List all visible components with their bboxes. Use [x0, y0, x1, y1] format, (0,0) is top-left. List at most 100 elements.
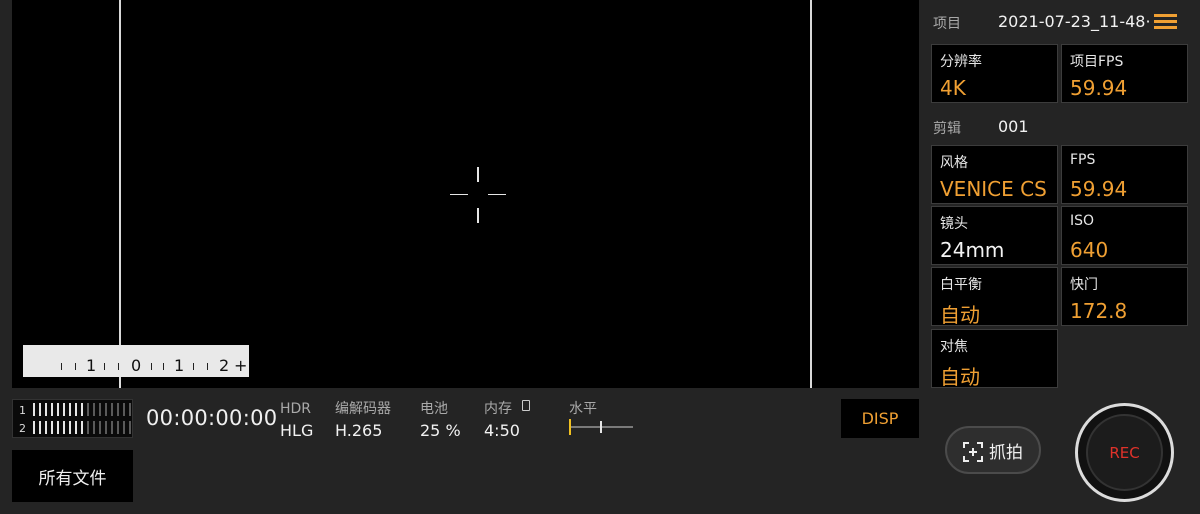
project-header: 项目 2021-07-23_11-48· — [919, 0, 1200, 44]
project-name: 2021-07-23_11-48· — [998, 12, 1151, 31]
audio-level-segment — [93, 403, 95, 416]
lens-cell[interactable]: 镜头 24mm — [931, 206, 1058, 265]
exposure-scale: 1 0 1 2 + — [23, 345, 249, 377]
level-info: 水平 — [569, 400, 597, 418]
audio-level-segment — [117, 403, 119, 416]
project-fps-cell[interactable]: 项目FPS 59.94 — [1061, 44, 1188, 103]
audio-level-segment — [81, 421, 83, 434]
ev-label: 1 — [174, 356, 185, 375]
audio-level-segment — [99, 421, 101, 434]
codec-info: 编解码器 H.265 — [335, 400, 391, 442]
audio-level-segment — [129, 421, 131, 434]
audio-level-segment — [69, 421, 71, 434]
battery-value: 25 % — [420, 421, 461, 440]
all-files-button[interactable]: 所有文件 — [12, 450, 133, 502]
clip-value: 001 — [998, 117, 1029, 136]
audio-level-segment — [45, 403, 47, 416]
audio-level-segment — [123, 421, 125, 434]
audio-level-segment — [123, 403, 125, 416]
audio-level-segment — [105, 421, 107, 434]
viewfinder[interactable] — [12, 0, 919, 388]
horizon-level-indicator — [569, 419, 633, 435]
audio-level-segment — [51, 403, 53, 416]
project-fps-label: 项目FPS — [1070, 54, 1124, 70]
audio-channel-label: 1 — [19, 404, 26, 417]
codec-value: H.265 — [335, 421, 383, 440]
audio-level-segment — [45, 421, 47, 434]
audio-channel-1-bars — [33, 403, 131, 416]
resolution-label: 分辨率 — [940, 54, 982, 70]
lens-value: 24mm — [940, 238, 1005, 262]
audio-level-segment — [39, 403, 41, 416]
clip-label: 剪辑 — [933, 121, 961, 137]
audio-level-segment — [111, 403, 113, 416]
record-button-inner: REC — [1086, 414, 1163, 491]
ev-label: 1 — [86, 356, 97, 375]
audio-level-segment — [81, 403, 83, 416]
shutter-cell[interactable]: 快门 172.8 — [1061, 267, 1188, 326]
center-crosshair-icon — [450, 167, 506, 223]
level-label: 水平 — [569, 401, 597, 417]
timecode: 00:00:00:00 — [146, 406, 278, 430]
project-fps-value: 59.94 — [1070, 76, 1128, 100]
audio-level-segment — [57, 421, 59, 434]
white-balance-label: 白平衡 — [940, 277, 982, 293]
frame-guide-right — [810, 0, 812, 388]
audio-level-segment — [63, 403, 65, 416]
hdr-info: HDR HLG — [280, 400, 313, 442]
codec-label: 编解码器 — [335, 401, 391, 417]
audio-level-segment — [33, 403, 35, 416]
audio-level-segment — [105, 403, 107, 416]
disp-button[interactable]: DISP — [841, 399, 919, 438]
look-cell[interactable]: 风格 VENICE CS — [931, 145, 1058, 204]
storage-value: 4:50 — [484, 421, 520, 440]
audio-level-segment — [57, 403, 59, 416]
storage-info: 内存 4:50 — [484, 400, 530, 442]
hdr-label: HDR — [280, 401, 312, 417]
record-button[interactable]: REC — [1075, 403, 1174, 502]
ev-label: 0 — [131, 356, 142, 375]
hamburger-menu-icon[interactable] — [1154, 14, 1177, 30]
hdr-value: HLG — [280, 421, 314, 440]
audio-level-segment — [87, 403, 89, 416]
frame-guide-left — [119, 0, 121, 388]
fps-value: 59.94 — [1070, 177, 1128, 201]
project-label: 项目 — [933, 16, 961, 32]
snapshot-button[interactable]: 抓拍 — [945, 426, 1041, 474]
fps-cell[interactable]: FPS 59.94 — [1061, 145, 1188, 204]
audio-level-segment — [33, 421, 35, 434]
focus-value: 自动 — [940, 365, 980, 389]
audio-level-segment — [75, 403, 77, 416]
audio-level-segment — [51, 421, 53, 434]
white-balance-cell[interactable]: 白平衡 自动 — [931, 267, 1058, 327]
audio-level-meter: 1 2 — [12, 399, 133, 438]
audio-level-segment — [63, 421, 65, 434]
battery-label: 电池 — [420, 401, 448, 417]
audio-level-segment — [111, 421, 113, 434]
fps-label: FPS — [1070, 152, 1096, 168]
iso-cell[interactable]: ISO 640 — [1061, 206, 1188, 265]
iso-label: ISO — [1070, 213, 1095, 229]
shutter-label: 快门 — [1070, 277, 1098, 293]
focus-cell[interactable]: 对焦 自动 — [931, 329, 1058, 389]
look-label: 风格 — [940, 155, 968, 171]
focus-label: 对焦 — [940, 339, 968, 355]
audio-level-segment — [99, 403, 101, 416]
ev-label: + — [234, 356, 248, 375]
storage-label: 内存 — [484, 401, 512, 417]
resolution-cell[interactable]: 分辨率 4K — [931, 44, 1058, 103]
look-value: VENICE CS — [940, 177, 1047, 201]
audio-channel-2-bars — [33, 421, 131, 434]
white-balance-value: 自动 — [940, 303, 980, 327]
audio-level-segment — [75, 421, 77, 434]
audio-level-segment — [69, 403, 71, 416]
battery-info: 电池 25 % — [420, 400, 461, 442]
audio-level-segment — [129, 403, 131, 416]
ev-label: 2 — [219, 356, 230, 375]
lens-label: 镜头 — [940, 216, 968, 232]
sd-card-icon — [522, 400, 530, 411]
snapshot-label: 抓拍 — [989, 442, 1023, 463]
shutter-value: 172.8 — [1070, 299, 1128, 323]
audio-level-segment — [39, 421, 41, 434]
audio-level-segment — [117, 421, 119, 434]
